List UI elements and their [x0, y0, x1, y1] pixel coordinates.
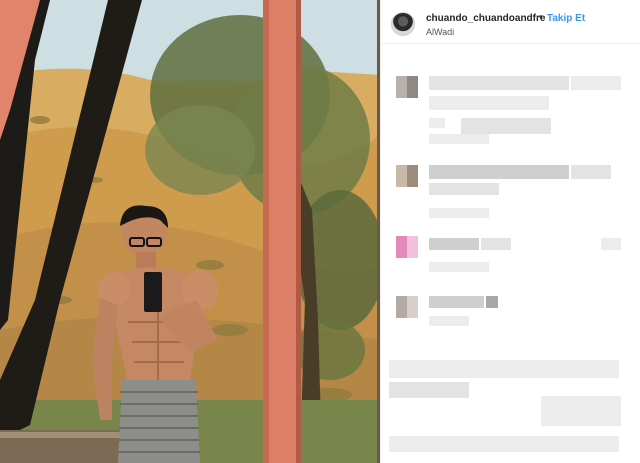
separator-dot: •: [539, 12, 543, 23]
comment-pixelated: [461, 118, 551, 134]
comment-avatar[interactable]: [396, 165, 418, 187]
comment-avatar[interactable]: [396, 296, 418, 318]
comment-pixelated: [429, 134, 489, 144]
comment-pixelated: [571, 165, 611, 179]
comment-pixelated: [429, 238, 479, 250]
comment-pixelated: [601, 238, 621, 250]
comment-avatar[interactable]: [396, 76, 418, 98]
username-link[interactable]: chuando_chuandoandfre: [426, 13, 545, 24]
post-side-panel: chuando_chuandoandfre • Takip Et AlWadi: [380, 0, 640, 463]
post-photo[interactable]: [0, 0, 380, 463]
location-link[interactable]: AlWadi: [426, 27, 454, 37]
comment-pixelated: [429, 76, 569, 90]
comment-pixelated: [571, 76, 621, 90]
comment-pixelated: [429, 208, 489, 218]
comment-pixelated: [429, 118, 445, 128]
comment-pixelated: [429, 165, 569, 179]
post-header: chuando_chuandoandfre • Takip Et AlWadi: [381, 0, 640, 44]
comment-pixelated: [486, 296, 498, 308]
comment-pixelated: [429, 316, 469, 326]
comment-pixelated: [429, 296, 484, 308]
comment-pixelated: [481, 238, 511, 250]
comment-input-pixelated[interactable]: [389, 436, 619, 452]
avatar[interactable]: [391, 12, 415, 36]
actions-pixelated: [389, 360, 619, 378]
follow-button[interactable]: Takip Et: [547, 13, 585, 24]
comment-pixelated: [429, 96, 549, 110]
actions-pixelated: [389, 382, 469, 398]
comment-avatar[interactable]: [396, 236, 418, 258]
photo-scene: [0, 0, 380, 463]
actions-pixelated: [541, 396, 621, 426]
comment-pixelated: [429, 183, 499, 195]
comment-pixelated: [429, 262, 489, 272]
